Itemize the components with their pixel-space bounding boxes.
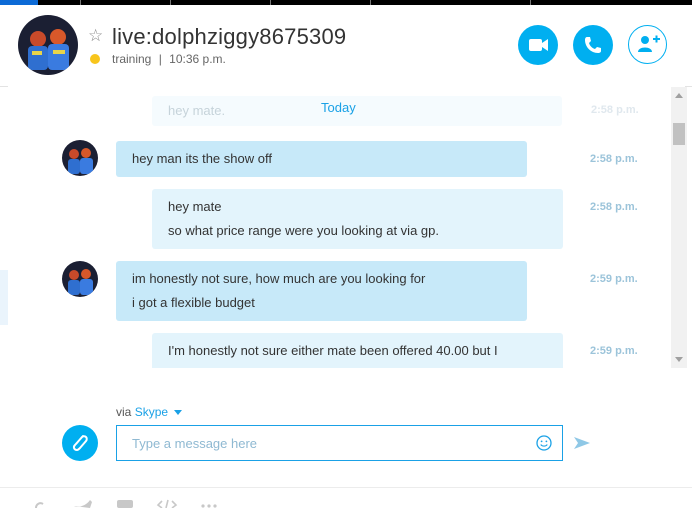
star-outline-icon[interactable]: ☆ [88, 27, 103, 45]
smiley-icon[interactable] [536, 435, 552, 451]
send-arrow-icon[interactable] [572, 433, 592, 453]
message-time: 2:59 p.m. [590, 345, 638, 357]
via-label: via [116, 405, 132, 419]
message-text: wouldnt [168, 363, 547, 368]
message-text: hey man its the show off [132, 151, 272, 166]
video-call-button[interactable] [518, 25, 558, 65]
local-time: 10:36 p.m. [169, 52, 226, 66]
scroll-down-arrow-icon[interactable] [675, 357, 683, 362]
message-bubble-incoming[interactable]: im honestly not sure, how much are you l… [116, 261, 527, 321]
status-line: training | 10:36 p.m. [112, 52, 226, 66]
chevron-down-icon[interactable] [174, 410, 183, 416]
message-time: 2:58 p.m. [590, 201, 638, 213]
message-time: 2:59 p.m. [590, 273, 638, 285]
via-service-selector[interactable]: via Skype [116, 405, 183, 419]
message-bubble-outgoing[interactable]: I'm honestly not sure either mate been o… [152, 333, 563, 368]
paperclip-icon [72, 435, 88, 452]
status-text: training [112, 52, 152, 66]
previous-message-time: 2:58 p.m. [591, 104, 639, 116]
add-person-icon [638, 35, 660, 52]
via-service[interactable]: Skype [135, 405, 168, 419]
contact-name: live:dolphziggy8675309 [112, 24, 347, 49]
message-history[interactable]: hey mate. 2:58 p.m. Today hey man its th… [8, 86, 685, 368]
sender-avatar[interactable] [62, 261, 98, 297]
add-participant-button[interactable] [628, 25, 667, 64]
status-separator: | [158, 52, 162, 66]
message-text: im honestly not sure, how much are you l… [132, 271, 426, 286]
video-camera-icon [529, 39, 548, 51]
scroll-up-arrow-icon[interactable] [675, 93, 683, 98]
message-time: 2:58 p.m. [590, 153, 638, 165]
audio-call-button[interactable] [573, 25, 613, 65]
sender-avatar[interactable] [62, 140, 98, 176]
message-composer[interactable] [116, 425, 563, 461]
message-text: so what price range were you looking at … [168, 223, 439, 238]
clock-icon [90, 54, 100, 64]
date-divider: Today [321, 100, 356, 115]
contact-avatar[interactable] [18, 15, 78, 75]
message-text: i got a flexible budget [132, 295, 255, 310]
message-input[interactable] [117, 426, 522, 460]
sidebar-edge [0, 270, 8, 325]
previous-message-text: hey mate. [168, 103, 226, 118]
message-bubble-incoming[interactable]: hey man its the show off [116, 141, 527, 177]
attach-button[interactable] [62, 425, 98, 461]
message-text: hey mate [168, 199, 222, 214]
conversation-header: ☆ live:dolphziggy8675309 training | 10:3… [0, 5, 692, 87]
phone-icon [585, 37, 601, 53]
message-text: I'm honestly not sure either mate been o… [168, 343, 498, 358]
share-toolbar [0, 487, 692, 508]
message-bubble-outgoing[interactable]: hey mate so what price range were you lo… [152, 189, 563, 249]
scroll-thumb[interactable] [673, 123, 685, 145]
chat-scrollbar[interactable] [671, 87, 687, 368]
